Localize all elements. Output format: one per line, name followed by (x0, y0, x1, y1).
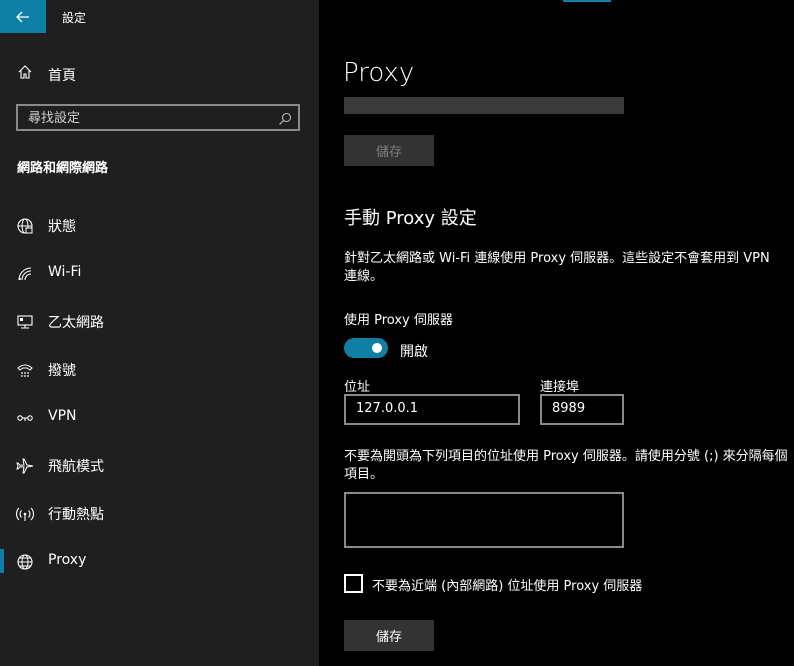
sidebar-item-vpn[interactable]: VPN (0, 397, 319, 437)
search-icon[interactable] (278, 111, 292, 130)
search-input[interactable] (28, 109, 268, 127)
local-address-checkbox-label: 不要為近端 (內部網路) 位址使用 Proxy 伺服器 (372, 579, 643, 594)
auto-proxy-placeholder-bar (344, 97, 624, 114)
sidebar-item-label: Wi-Fi (48, 264, 82, 280)
save-button[interactable]: 儲存 (344, 620, 434, 651)
sidebar-item-label: 行動熱點 (48, 507, 104, 523)
port-field[interactable] (540, 394, 624, 425)
local-address-checkbox[interactable] (344, 574, 363, 593)
port-input[interactable] (552, 401, 612, 416)
globe-icon (16, 553, 34, 571)
sidebar-item-dialup[interactable]: 撥號 (0, 349, 319, 389)
sidebar-item-label: 首頁 (48, 68, 76, 84)
title-bar: 設定 (0, 0, 319, 33)
ethernet-icon (16, 313, 34, 331)
sidebar-item-airplane[interactable]: 飛航模式 (0, 445, 319, 485)
use-proxy-toggle[interactable] (344, 338, 388, 358)
save-button-disabled[interactable]: 儲存 (344, 135, 434, 166)
page-title: Proxy (343, 58, 415, 88)
back-arrow-icon (16, 11, 29, 22)
sidebar-item-label: 狀態 (48, 219, 76, 235)
wifi-icon (16, 265, 34, 283)
sidebar-item-label: 撥號 (48, 363, 76, 379)
sidebar-item-label: Proxy (48, 552, 87, 568)
sidebar-item-ethernet[interactable]: 乙太網路 (0, 301, 319, 341)
manual-proxy-description: 針對乙太網路或 Wi-Fi 連線使用 Proxy 伺服器。這些設定不會套用到 V… (344, 251, 770, 284)
toggle-state-label: 開啟 (400, 344, 428, 360)
address-field[interactable] (344, 394, 520, 425)
sidebar-item-wifi[interactable]: Wi-Fi (0, 253, 319, 293)
address-label: 位址 (344, 380, 371, 395)
vpn-icon (16, 409, 34, 427)
dialup-icon (16, 361, 34, 379)
section-title: 網路和網際網路 (17, 161, 109, 176)
search-box[interactable] (16, 104, 300, 131)
globe-status-icon (16, 217, 34, 235)
sidebar-item-home[interactable]: 首頁 (0, 58, 319, 88)
use-proxy-label: 使用 Proxy 伺服器 (344, 313, 453, 328)
manual-proxy-heading: 手動 Proxy 設定 (344, 208, 477, 229)
sidebar-item-status[interactable]: 狀態 (0, 205, 319, 245)
exceptions-description: 不要為開頭為下列項目的位址使用 Proxy 伺服器。請使用分號 (;) 來分隔每… (344, 449, 788, 482)
sidebar-item-label: VPN (48, 408, 77, 424)
sidebar-item-label: 乙太網路 (48, 315, 104, 331)
top-accent-line (563, 0, 611, 2)
exceptions-textarea[interactable] (344, 492, 624, 548)
active-indicator (0, 549, 4, 573)
back-button[interactable] (0, 0, 46, 33)
app-title: 設定 (62, 11, 87, 25)
airplane-icon (16, 457, 34, 475)
sidebar-item-hotspot[interactable]: 行動熱點 (0, 493, 319, 533)
sidebar: 設定 首頁 網路和網際網路 狀態 Wi-Fi 乙太網路 (0, 0, 319, 666)
toggle-knob (372, 343, 382, 353)
sidebar-item-proxy[interactable]: Proxy (0, 541, 319, 581)
port-label: 連接埠 (540, 380, 580, 395)
hotspot-icon (16, 505, 34, 523)
sidebar-item-label: 飛航模式 (48, 459, 104, 475)
home-icon (17, 64, 33, 84)
address-input[interactable] (356, 401, 506, 416)
